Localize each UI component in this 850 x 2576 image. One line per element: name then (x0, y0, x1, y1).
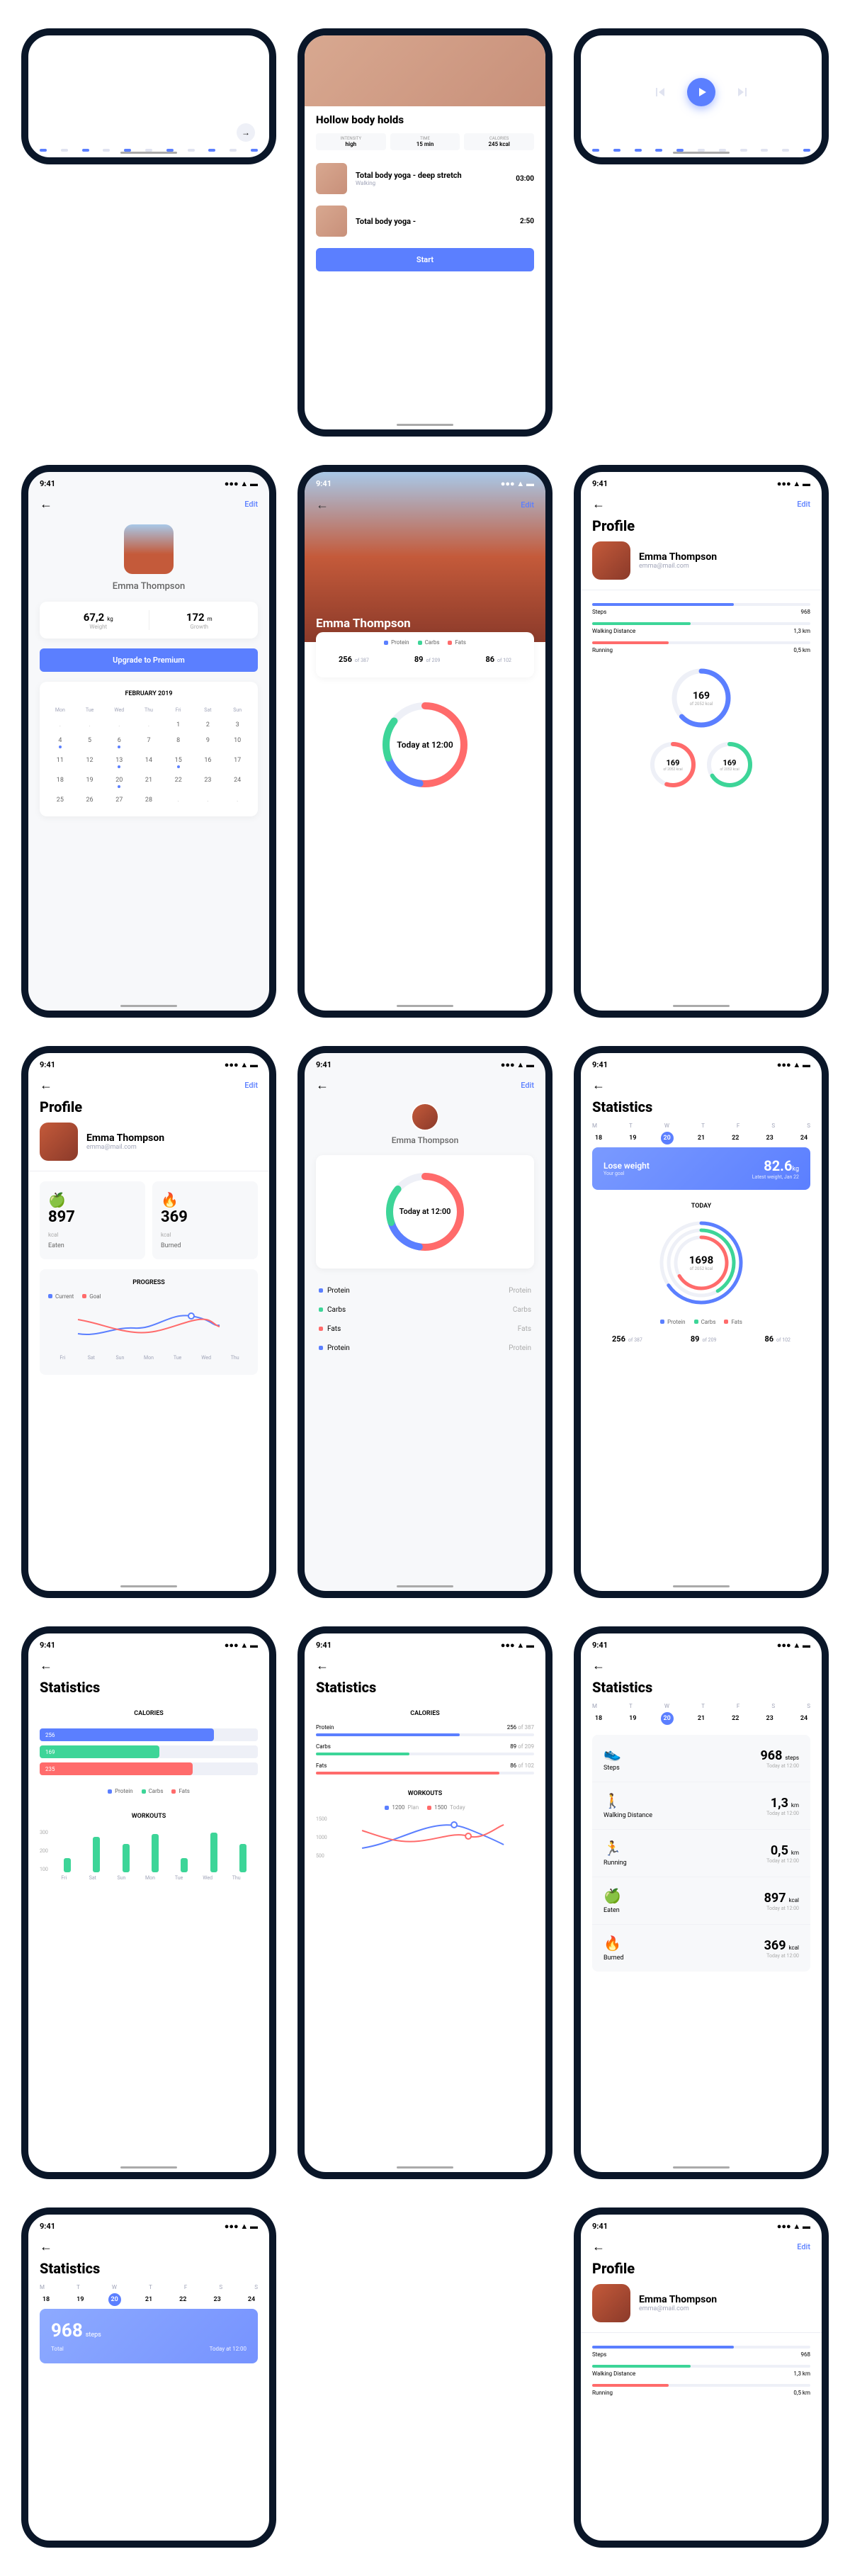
prev-track-icon[interactable] (654, 86, 666, 98)
play-icon (699, 88, 706, 96)
screen-profile-progress-partial: 9:41●●● ▲ ▬ ←Edit Profile Emma Thompsone… (574, 2207, 829, 2548)
stat-walking[interactable]: 🚶Walking Distance1,3 kmToday at 12:00 (592, 1782, 810, 1830)
screen-statistics-lose-weight: 9:41●●● ▲ ▬ ← Statistics MTWTFSS 1819202… (574, 1046, 829, 1599)
page-title: Profile (28, 1098, 269, 1123)
edit-link[interactable]: Edit (244, 500, 258, 509)
edit-link[interactable]: Edit (521, 500, 534, 510)
play-button[interactable] (687, 78, 715, 106)
fire-icon: 🔥 (604, 1935, 623, 1952)
screen-profile-calendar: 9:41●●● ▲ ▬ ←Edit Emma Thompson 67,2 kgW… (21, 465, 276, 1018)
page-title: Profile (581, 2260, 822, 2284)
workout-item[interactable]: Total body yoga - deep stretchWalking 03… (305, 157, 545, 200)
screen-profile-hero: 9:41●●● ▲ ▬ ← Edit Emma Thompson Protein… (298, 465, 552, 1018)
profile-hero: 9:41●●● ▲ ▬ ← Edit Emma Thompson (305, 472, 545, 642)
stat-burned[interactable]: 🔥Burned369 kcalToday at 12:00 (592, 1925, 810, 1972)
workout-thumbnail (316, 206, 347, 237)
back-button[interactable]: ← (592, 2239, 605, 2254)
back-button[interactable]: ← (592, 1658, 605, 1673)
workout-thumbnail (316, 163, 347, 194)
running-icon: 🏃 (604, 1840, 627, 1857)
screen-dots-arrow: → (21, 28, 276, 164)
stat-eaten[interactable]: 🍏Eaten897 kcalToday at 12:00 (592, 1877, 810, 1925)
page-title: Statistics (28, 2260, 269, 2284)
lose-weight-card[interactable]: Lose weightYour goal 82.6kgLatest weight… (592, 1147, 810, 1190)
stat-steps[interactable]: 👟Steps968 stepsToday at 12:00 (592, 1735, 810, 1782)
back-button[interactable]: ← (316, 1078, 329, 1093)
home-indicator (397, 1005, 453, 1007)
home-indicator (673, 1005, 730, 1007)
edit-link[interactable]: Edit (797, 2242, 810, 2251)
screen-profile-eaten-burned: 9:41●●● ▲ ▬ ←Edit Profile Emma Thompsone… (21, 1046, 276, 1599)
home-indicator (120, 152, 177, 154)
edit-link[interactable]: Edit (521, 1081, 534, 1090)
screen-statistics-total-partial: 9:41●●● ▲ ▬ ← Statistics MTWTFSS 1819202… (21, 2207, 276, 2548)
screen-statistics-progress-bars: 9:41●●● ▲ ▬ ← Statistics CALORIES Protei… (298, 1626, 552, 2179)
total-steps-card[interactable]: 968 steps TotalToday at 12:00 (40, 2309, 258, 2363)
user-name: Emma Thompson (28, 581, 269, 602)
plan-today-chart (332, 1816, 534, 1859)
fire-icon: 🔥 (161, 1191, 249, 1208)
page-title: Statistics (581, 1098, 822, 1123)
edit-link[interactable]: Edit (244, 1081, 258, 1090)
back-button[interactable]: ← (316, 497, 329, 512)
screen-profile-rings: 9:41●●● ▲ ▬ ←Edit Profile Emma Thompsone… (574, 465, 829, 1018)
page-title: Statistics (305, 1679, 545, 1703)
user-name: Emma Thompson (316, 617, 411, 631)
screen-player (574, 28, 829, 164)
avatar (124, 524, 174, 574)
walking-icon: 🚶 (604, 1792, 652, 1809)
edit-link[interactable]: Edit (797, 500, 810, 509)
screen-statistics-bars: 9:41●●● ▲ ▬ ← Statistics CALORIES 256 16… (21, 1626, 276, 2179)
back-button[interactable]: ← (316, 1658, 329, 1673)
page-title: Statistics (581, 1679, 822, 1703)
workouts-bar-chart (52, 1830, 258, 1872)
screen-statistics-list: 9:41●●● ▲ ▬ ← Statistics MTWTFSS 1819202… (574, 1626, 829, 2179)
back-button[interactable]: ← (40, 1658, 52, 1673)
avatar (411, 1103, 439, 1131)
back-button[interactable]: ← (40, 2239, 52, 2254)
home-indicator (120, 1005, 177, 1007)
back-button[interactable]: ← (40, 1078, 52, 1093)
screen-workout-hollow: Hollow body holds INTENSITYhigh TIME15 m… (298, 28, 552, 437)
shoe-icon: 👟 (604, 1745, 621, 1762)
workout-name: Hollow body holds (316, 113, 534, 126)
progress-line-chart (48, 1305, 249, 1348)
next-arrow-button[interactable]: → (237, 123, 255, 142)
back-button[interactable]: ← (592, 497, 605, 512)
workout-hero-image (305, 35, 545, 106)
avatar (592, 2284, 630, 2322)
workout-item[interactable]: Total body yoga - 2:50 (305, 200, 545, 242)
avatar (40, 1123, 78, 1161)
screen-profile-today-ring: 9:41●●● ▲ ▬ ←Edit Emma Thompson Today at… (298, 1046, 552, 1599)
page-title: Statistics (28, 1679, 269, 1703)
apple-icon: 🍏 (48, 1191, 137, 1208)
back-button[interactable]: ← (40, 497, 52, 512)
stat-running[interactable]: 🏃Running0,5 kmToday at 12:00 (592, 1830, 810, 1877)
avatar (592, 541, 630, 580)
page-title: Profile (581, 517, 822, 541)
apple-icon: 🍏 (604, 1887, 621, 1904)
status-icons: ●●● ▲ ▬ (225, 479, 258, 488)
home-indicator (397, 424, 453, 426)
back-button[interactable]: ← (592, 1078, 605, 1093)
next-track-icon[interactable] (737, 86, 748, 98)
start-button[interactable]: Start (316, 248, 534, 271)
upgrade-button[interactable]: Upgrade to Premium (40, 648, 258, 672)
home-indicator (673, 152, 730, 154)
